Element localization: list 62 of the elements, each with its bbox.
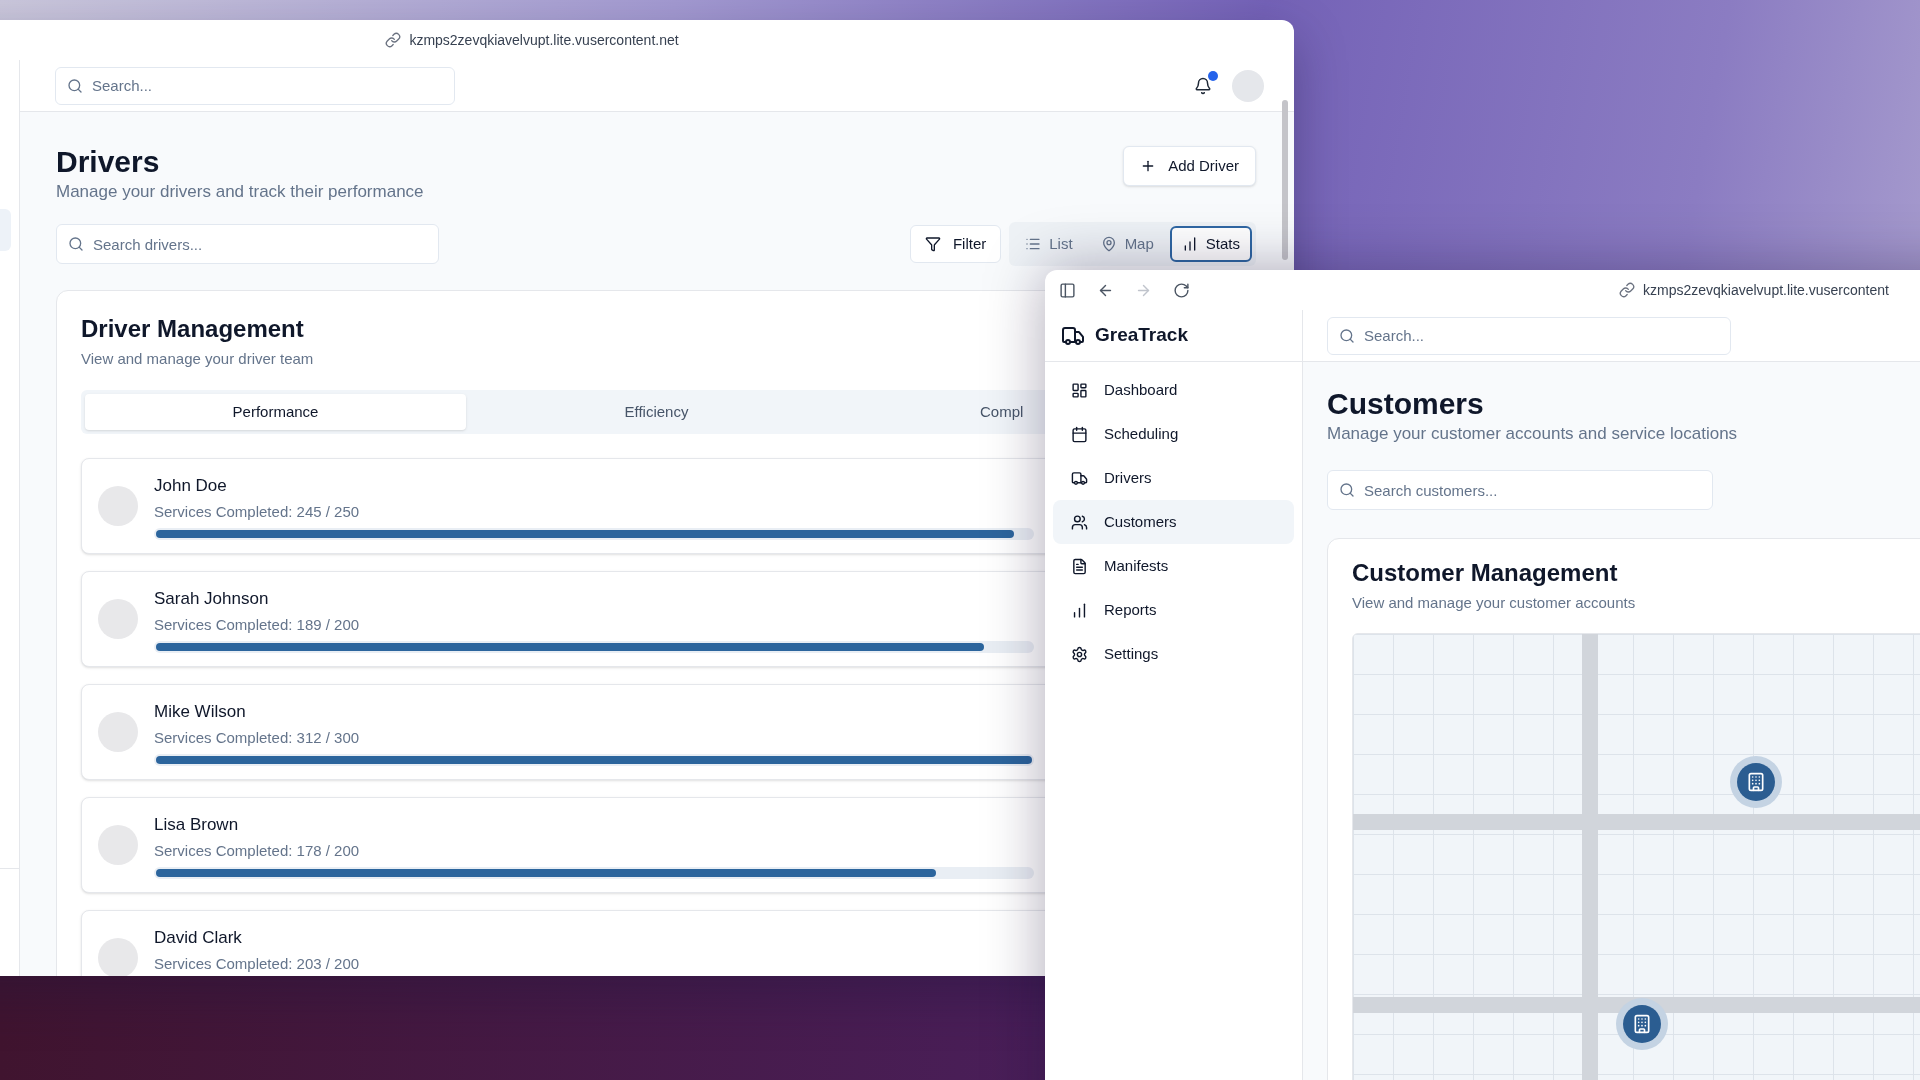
brand-name: GreaTrack [1095,323,1188,348]
tab[interactable]: Compl [976,394,1028,430]
nav-item[interactable]: Dashboard [1053,368,1294,412]
reload-icon[interactable] [1173,281,1190,299]
bell-icon[interactable] [1194,76,1212,95]
nav-item[interactable]: Scheduling [1053,412,1294,456]
driver-name: David Clark [154,927,242,949]
nav-item[interactable]: Manifests [1053,544,1294,588]
card-subtitle: View and manage your customer accounts [1352,593,1636,613]
scrollbar-thumb[interactable] [1282,100,1288,260]
page-subtitle: Manage your drivers and track their performance [56,181,424,203]
tab[interactable]: Performance [85,394,466,430]
filter-button[interactable]: Filter [909,225,1002,263]
dashboard-icon [1071,381,1088,399]
services-completed: Services Completed: 203 / 200 [154,954,360,974]
funnel-icon [924,236,941,252]
page-title: Customers [1327,386,1484,422]
map-pin-icon [1100,236,1117,252]
calendar-icon [1071,425,1088,443]
nav-item[interactable]: Customers [1053,500,1294,544]
settings-icon [1071,645,1088,663]
document-icon [1071,557,1088,575]
view-tab[interactable]: List [1013,226,1085,262]
tab[interactable]: Efficiency [466,394,847,430]
search-icon [1339,482,1355,498]
search-icon [68,236,84,252]
search-icon [67,77,83,94]
address-url[interactable]: kzmps2zevqkiavelvupt.lite.vusercontent [1643,279,1889,301]
address-url[interactable]: kzmps2zevqkiavelvupt.lite.vusercontent.net [409,29,679,51]
building-marker-icon[interactable] [1730,756,1782,808]
card-subtitle: View and manage your driver team [81,349,314,369]
link-icon [385,32,402,48]
driver-name: Mike Wilson [154,701,246,723]
driver-name: Sarah Johnson [154,588,269,610]
services-completed: Services Completed: 312 / 300 [154,728,360,748]
truck-icon [1071,469,1088,487]
search-field[interactable]: Search... [1327,316,1731,355]
search-icon [1339,327,1355,344]
services-completed: Services Completed: 189 / 200 [154,615,360,635]
add-driver-button[interactable]: Add Driver [1123,146,1256,186]
view-tab[interactable]: Map [1088,226,1166,262]
link-icon [1619,282,1635,298]
bar-chart-icon [1071,601,1088,619]
page-subtitle: Manage your customer accounts and service locations [1327,423,1738,445]
page-title: Drivers [56,144,160,180]
building-marker-icon[interactable] [1616,998,1668,1050]
driver-name: Lisa Brown [154,814,239,836]
sidebar-toggle-icon[interactable] [1059,281,1076,299]
search-field[interactable]: Search... [55,66,455,105]
nav-item[interactable]: Settings [1053,632,1294,676]
card-title: Driver Management [81,314,304,344]
driver-name: John Doe [154,475,227,497]
services-completed: Services Completed: 245 / 250 [154,502,360,522]
list-icon [1025,236,1042,252]
users-icon [1071,513,1088,531]
card-title: Customer Management [1352,558,1618,588]
nav-item[interactable]: Reports [1053,588,1294,632]
services-completed: Services Completed: 178 / 200 [154,841,360,861]
view-tab[interactable]: Stats [1169,226,1252,262]
search-field[interactable]: Search drivers... [56,224,439,264]
search-field[interactable]: Search customers... [1327,470,1713,510]
nav-item[interactable]: Drivers [1053,456,1294,500]
